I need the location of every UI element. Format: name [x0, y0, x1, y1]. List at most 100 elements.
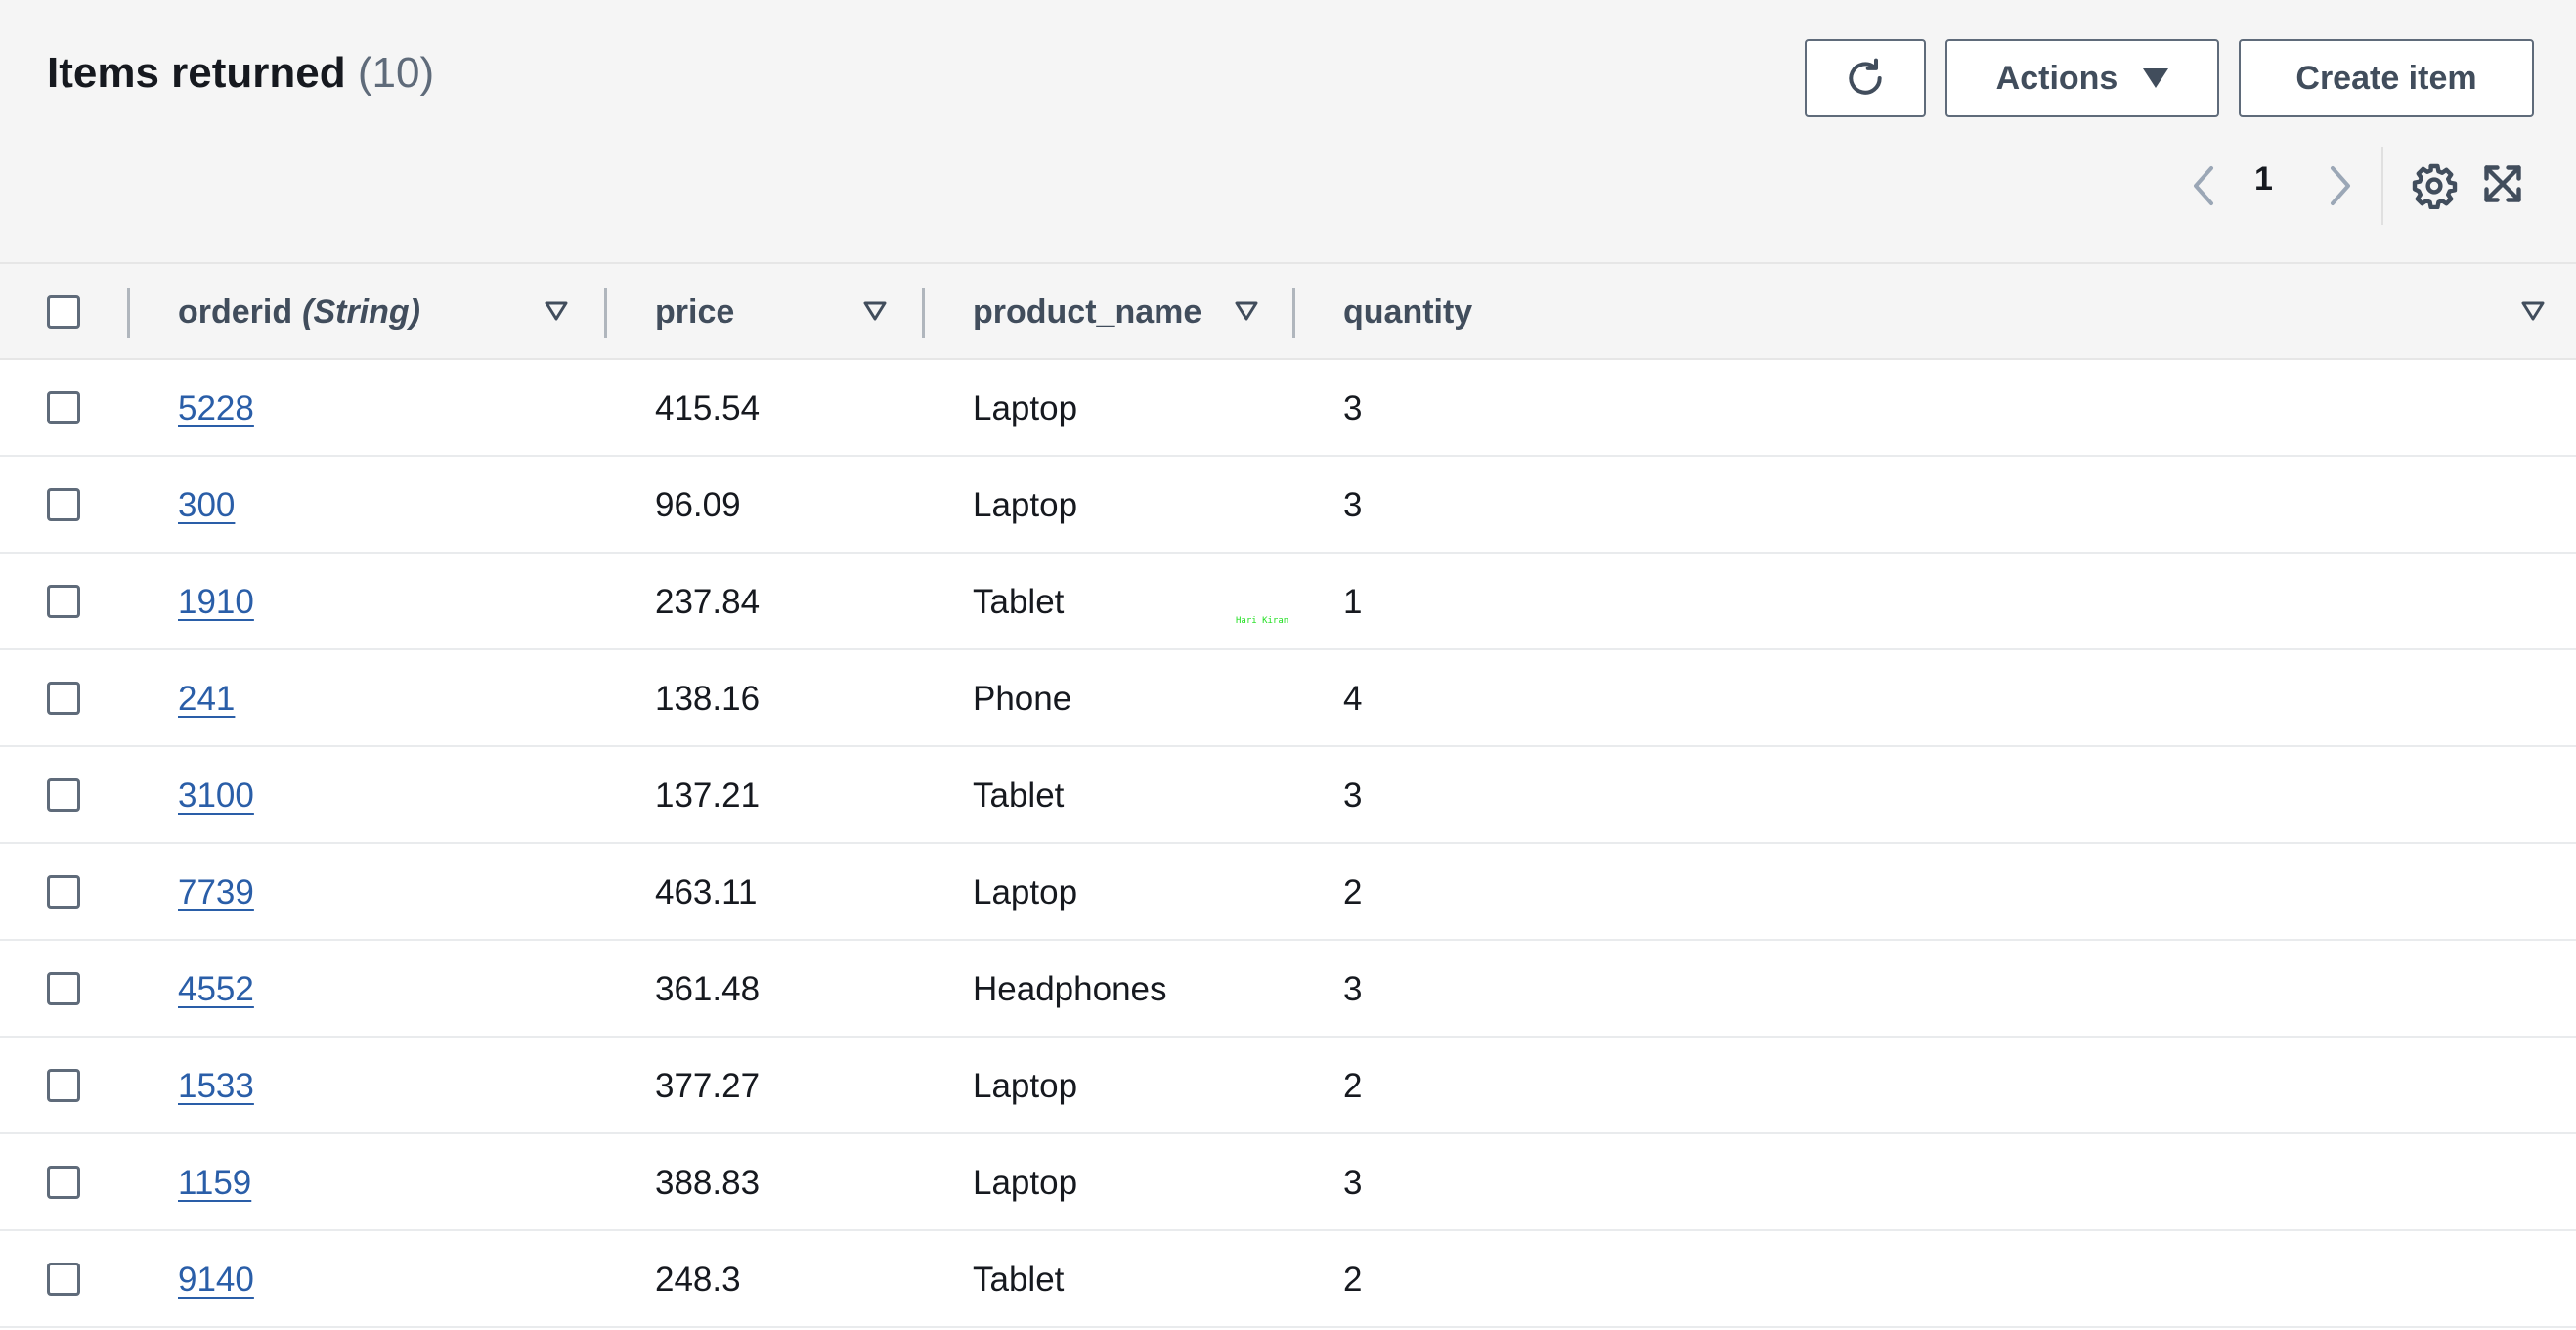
orderid-link[interactable]: 241 — [178, 680, 235, 719]
orderid-link[interactable]: 1533 — [178, 1067, 254, 1106]
table-row[interactable]: 1159 388.83 Laptop 3 — [0, 1134, 2576, 1231]
table-row[interactable]: 4552 361.48 Headphones 3 — [0, 941, 2576, 1038]
cell-quantity: 3 — [1343, 388, 1363, 427]
row-checkbox[interactable] — [47, 1263, 80, 1296]
table-row[interactable]: 1910 237.84 Tablet 1 — [0, 554, 2576, 650]
column-type: (String) — [302, 292, 420, 331]
cell-quantity: 3 — [1343, 776, 1363, 815]
cell-price: 96.09 — [655, 485, 741, 524]
column-label: quantity — [1343, 292, 1473, 331]
column-resize-handle[interactable] — [1292, 288, 1295, 338]
page-title: Items returned (10) — [47, 49, 434, 98]
orderid-link[interactable]: 300 — [178, 486, 235, 525]
actions-dropdown-button[interactable]: Actions — [1945, 39, 2219, 117]
row-checkbox[interactable] — [47, 875, 80, 909]
cell-quantity: 1 — [1343, 582, 1363, 621]
table-row[interactable]: 300 96.09 Laptop 3 — [0, 457, 2576, 554]
cell-product-name: Tablet — [973, 1260, 1065, 1299]
expand-icon[interactable] — [2481, 162, 2524, 205]
row-checkbox[interactable] — [47, 1166, 80, 1199]
column-header-product-name[interactable]: product_name — [973, 264, 1201, 360]
pager-divider — [2381, 147, 2383, 225]
table-row[interactable]: 1533 377.27 Laptop 2 — [0, 1038, 2576, 1134]
orderid-link[interactable]: 3100 — [178, 776, 254, 816]
column-header-quantity[interactable]: quantity — [1343, 264, 1472, 360]
cell-price: 388.83 — [655, 1163, 761, 1202]
cell-price: 377.27 — [655, 1066, 761, 1105]
cell-price: 361.48 — [655, 969, 761, 1008]
orderid-link[interactable]: 5228 — [178, 389, 254, 428]
cell-price: 137.21 — [655, 776, 761, 815]
table-header-panel: Items returned (10) Actions Create item … — [0, 0, 2576, 264]
cell-quantity: 2 — [1343, 1260, 1363, 1299]
create-item-button[interactable]: Create item — [2239, 39, 2534, 117]
table-column-header: orderid (String) price product_name quan… — [0, 264, 2576, 360]
sort-icon[interactable] — [544, 300, 569, 322]
orderid-link[interactable]: 4552 — [178, 970, 254, 1009]
cell-orderid: 300 — [178, 457, 235, 554]
cell-product-name: Laptop — [973, 388, 1078, 427]
cell-product-name: Laptop — [973, 1066, 1078, 1105]
title-text: Items returned — [47, 49, 346, 97]
cell-price: 138.16 — [655, 679, 761, 718]
watermark-text: Hari Kiran — [1236, 616, 1289, 626]
cell-product-name: Laptop — [973, 872, 1078, 911]
row-checkbox[interactable] — [47, 1069, 80, 1102]
table-row[interactable]: 7739 463.11 Laptop 2 — [0, 844, 2576, 941]
cell-orderid: 1533 — [178, 1038, 254, 1134]
cell-orderid: 1910 — [178, 554, 254, 650]
cell-product-name: Laptop — [973, 485, 1078, 524]
table-row[interactable]: 3100 137.21 Tablet 3 — [0, 747, 2576, 844]
chevron-right-icon[interactable] — [2321, 156, 2360, 215]
column-header-price[interactable]: price — [655, 264, 734, 360]
row-checkbox[interactable] — [47, 682, 80, 715]
chevron-left-icon[interactable] — [2184, 156, 2223, 215]
cell-quantity: 3 — [1343, 485, 1363, 524]
cell-orderid: 3100 — [178, 747, 254, 844]
row-checkbox[interactable] — [47, 585, 80, 618]
sort-icon[interactable] — [1234, 300, 1259, 322]
cell-price: 248.3 — [655, 1260, 741, 1299]
item-count: (10) — [357, 49, 435, 97]
cell-price: 415.54 — [655, 388, 761, 427]
orderid-link[interactable]: 7739 — [178, 873, 254, 912]
sort-icon[interactable] — [862, 300, 888, 322]
orderid-link[interactable]: 1159 — [178, 1164, 251, 1203]
column-resize-handle[interactable] — [604, 288, 607, 338]
select-all-checkbox[interactable] — [47, 295, 80, 329]
cell-product-name: Phone — [973, 679, 1072, 718]
page-number[interactable]: 1 — [2254, 160, 2273, 199]
column-header-orderid[interactable]: orderid (String) — [178, 264, 420, 360]
caret-down-icon — [2143, 68, 2169, 88]
cell-product-name: Tablet — [973, 582, 1065, 621]
cell-orderid: 1159 — [178, 1134, 251, 1231]
actions-label: Actions — [1995, 59, 2118, 97]
cell-orderid: 9140 — [178, 1231, 254, 1328]
cell-quantity: 3 — [1343, 1163, 1363, 1202]
refresh-icon — [1849, 58, 1882, 95]
table-row[interactable]: 5228 415.54 Laptop 3 — [0, 360, 2576, 457]
sort-icon[interactable] — [2520, 300, 2546, 322]
row-checkbox[interactable] — [47, 391, 80, 424]
cell-orderid: 4552 — [178, 941, 254, 1038]
row-checkbox[interactable] — [47, 488, 80, 521]
gear-icon[interactable] — [2411, 162, 2458, 209]
column-label: price — [655, 292, 735, 331]
row-checkbox[interactable] — [47, 778, 80, 812]
cell-orderid: 5228 — [178, 360, 254, 457]
orderid-link[interactable]: 9140 — [178, 1261, 254, 1300]
refresh-button[interactable] — [1805, 39, 1926, 117]
column-resize-handle[interactable] — [922, 288, 925, 338]
cell-quantity: 2 — [1343, 872, 1363, 911]
row-checkbox[interactable] — [47, 972, 80, 1005]
cell-quantity: 2 — [1343, 1066, 1363, 1105]
orderid-link[interactable]: 1910 — [178, 583, 254, 622]
cell-quantity: 3 — [1343, 969, 1363, 1008]
column-separator — [127, 288, 130, 338]
cell-price: 237.84 — [655, 582, 761, 621]
table-row[interactable]: 241 138.16 Phone 4 — [0, 650, 2576, 747]
cell-orderid: 7739 — [178, 844, 254, 941]
table-row[interactable]: 9140 248.3 Tablet 2 — [0, 1231, 2576, 1328]
column-label: product_name — [973, 292, 1202, 331]
cell-price: 463.11 — [655, 872, 758, 911]
